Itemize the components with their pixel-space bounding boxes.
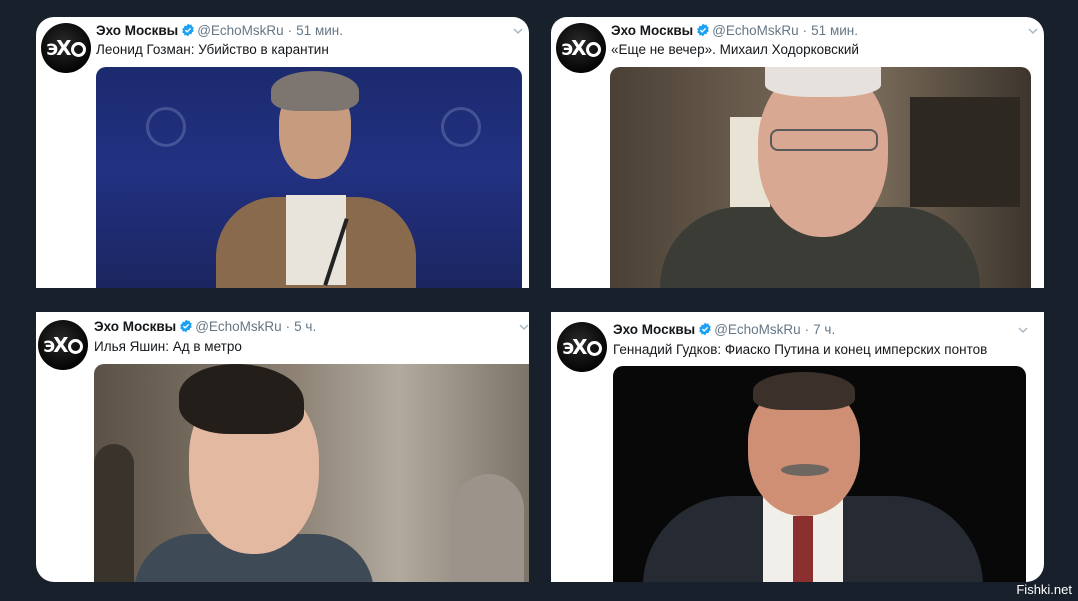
- tweet-timestamp[interactable]: 7 ч.: [813, 322, 835, 337]
- author-handle[interactable]: @EchoMskRu: [712, 23, 798, 38]
- echo-logo-icon: ЭХ: [43, 333, 83, 357]
- echo-logo-icon: ЭХ: [46, 36, 86, 60]
- echo-logo-icon: ЭХ: [562, 335, 602, 359]
- tweet-card[interactable]: ЭХ Эхо Москвы @EchoMskRu · 51 мин. Леонид Г…: [36, 17, 529, 288]
- tweet-photo[interactable]: [610, 67, 1031, 288]
- separator-dot: ·: [287, 23, 293, 38]
- tweet-text: Леонид Гозман: Убийство в карантин: [96, 42, 329, 57]
- author-name[interactable]: Эхо Москвы: [613, 322, 695, 337]
- separator-dot: ·: [802, 23, 808, 38]
- echo-logo-icon: ЭХ: [561, 36, 601, 60]
- tweet-text: Геннадий Гудков: Фиаско Путина и конец и…: [613, 342, 988, 357]
- verified-badge-icon: [180, 319, 192, 333]
- author-name[interactable]: Эхо Москвы: [611, 23, 693, 38]
- tweet-header: Эхо Москвы @EchoMskRu · 7 ч.: [613, 322, 835, 337]
- separator-dot: ·: [804, 322, 810, 337]
- verified-badge-icon: [699, 322, 711, 336]
- tweet-photo[interactable]: [613, 366, 1026, 582]
- author-handle[interactable]: @EchoMskRu: [195, 319, 281, 334]
- tweet-header: Эхо Москвы @EchoMskRu · 51 мин.: [96, 23, 343, 38]
- chevron-down-icon[interactable]: [1028, 28, 1038, 35]
- avatar[interactable]: ЭХ: [556, 23, 606, 73]
- tweet-card[interactable]: ЭХ Эхо Москвы @EchoMskRu · 7 ч. Геннадий Гу…: [551, 312, 1044, 582]
- author-name[interactable]: Эхо Москвы: [96, 23, 178, 38]
- tweet-header: Эхо Москвы @EchoMskRu · 51 мин.: [611, 23, 858, 38]
- author-name[interactable]: Эхо Москвы: [94, 319, 176, 334]
- tweet-timestamp[interactable]: 5 ч.: [294, 319, 316, 334]
- chevron-down-icon[interactable]: [519, 324, 529, 331]
- tweet-timestamp[interactable]: 51 мин.: [296, 23, 343, 38]
- tweet-photo[interactable]: [94, 364, 529, 582]
- chevron-down-icon[interactable]: [1018, 327, 1028, 334]
- avatar[interactable]: ЭХ: [557, 322, 607, 372]
- author-handle[interactable]: @EchoMskRu: [714, 322, 800, 337]
- tweet-text: «Еще не вечер». Михаил Ходорковский: [611, 42, 859, 57]
- avatar[interactable]: ЭХ: [41, 23, 91, 73]
- tweet-header: Эхо Москвы @EchoMskRu · 5 ч.: [94, 319, 316, 334]
- chevron-down-icon[interactable]: [513, 28, 523, 35]
- tweet-timestamp[interactable]: 51 мин.: [811, 23, 858, 38]
- verified-badge-icon: [182, 23, 194, 37]
- tweet-card[interactable]: ЭХ Эхо Москвы @EchoMskRu · 51 мин. «Еще не …: [551, 17, 1044, 288]
- tweet-photo[interactable]: [96, 67, 522, 288]
- tweet-text: Илья Яшин: Ад в метро: [94, 339, 242, 354]
- verified-badge-icon: [697, 23, 709, 37]
- avatar[interactable]: ЭХ: [38, 320, 88, 370]
- tweet-card[interactable]: ЭХ Эхо Москвы @EchoMskRu · 5 ч. Илья Яшин: …: [36, 312, 529, 582]
- separator-dot: ·: [285, 319, 291, 334]
- author-handle[interactable]: @EchoMskRu: [197, 23, 283, 38]
- watermark: Fishki.net: [1016, 582, 1072, 597]
